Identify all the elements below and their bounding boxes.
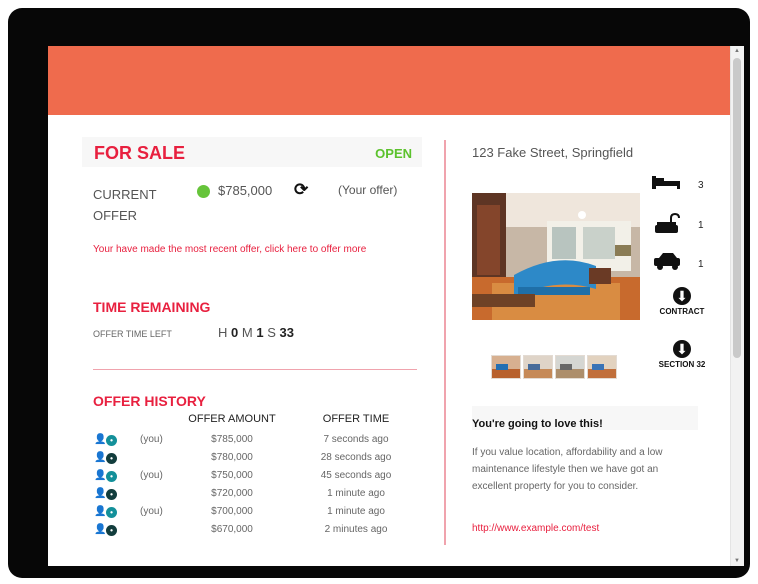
- photo-thumbnail[interactable]: [491, 355, 521, 379]
- offer-more-link[interactable]: Your have made the most recent offer, cl…: [93, 242, 393, 258]
- download-icon: ⬇: [673, 287, 691, 305]
- bidder-badge-icon: •: [106, 453, 117, 464]
- photo-thumbnail[interactable]: [555, 355, 585, 379]
- parking-count: 1: [698, 259, 704, 270]
- offer-time: 2 minutes ago: [324, 524, 388, 535]
- listing-status-bar: FOR SALE OPEN: [82, 137, 422, 167]
- user-icon: 👤: [94, 470, 107, 481]
- bidder-icon: 👤 •: [93, 433, 121, 448]
- bidder-badge-icon: •: [106, 525, 117, 536]
- current-offer-price: $785,000: [218, 183, 273, 198]
- seconds-label: S: [267, 325, 276, 340]
- download-icon: ⬇: [673, 340, 691, 358]
- offer-amount: $785,000: [211, 434, 253, 445]
- table-row: 👤 • (you) $750,000 45 seconds ago: [93, 469, 413, 487]
- user-icon: 👤: [94, 524, 107, 535]
- offer-time: 1 minute ago: [327, 488, 385, 499]
- table-row: 👤 • $780,000 28 seconds ago: [93, 451, 413, 469]
- hours-value: 0: [231, 325, 239, 340]
- time-remaining-title: TIME REMAINING: [93, 299, 211, 315]
- device-frame: ▲ ▼ FOR SALE OPEN CURRENT OFFER $785,000…: [8, 8, 750, 578]
- offer-status-dot: [197, 185, 210, 198]
- section-32-label: SECTION 32: [658, 360, 706, 369]
- offer-amount: $720,000: [211, 488, 253, 499]
- you-tag: (you): [140, 506, 163, 517]
- scrollbar-thumb[interactable]: [733, 58, 741, 358]
- bidder-badge-icon: •: [106, 507, 117, 518]
- offer-time: 28 seconds ago: [320, 452, 392, 463]
- description-heading: You're going to love this!: [472, 418, 603, 430]
- your-offer-note: (Your offer): [338, 183, 398, 197]
- bed-icon: [650, 176, 684, 196]
- table-row: 👤 • $670,000 2 minutes ago: [93, 523, 413, 541]
- table-row: 👤 • $720,000 1 minute ago: [93, 487, 413, 505]
- property-description: If you value location, affordability and…: [472, 447, 663, 492]
- hours-label: H: [218, 325, 228, 340]
- contract-download[interactable]: ⬇ CONTRACT: [650, 287, 714, 316]
- you-tag: (you): [140, 434, 163, 445]
- you-tag: (you): [140, 470, 163, 481]
- offer-amount: $780,000: [211, 452, 253, 463]
- offer-amount: $750,000: [211, 470, 253, 481]
- app-screen: ▲ ▼ FOR SALE OPEN CURRENT OFFER $785,000…: [48, 46, 744, 566]
- section-divider: [93, 369, 417, 370]
- car-icon: [650, 253, 684, 275]
- scroll-down-icon[interactable]: ▼: [734, 558, 740, 564]
- bidder-badge-icon: •: [106, 471, 117, 482]
- open-status: OPEN: [375, 146, 412, 161]
- photo-thumbnail[interactable]: [587, 355, 617, 379]
- section-32-download[interactable]: ⬇ SECTION 32: [650, 340, 714, 369]
- table-row: 👤 • (you) $785,000 7 seconds ago: [93, 433, 413, 451]
- seconds-value: 33: [279, 325, 294, 340]
- offer-amount-header: OFFER AMOUNT: [188, 413, 276, 425]
- property-photo[interactable]: [472, 193, 640, 320]
- refresh-icon[interactable]: ⟳: [294, 180, 308, 200]
- user-icon: 👤: [94, 452, 107, 463]
- listing-link[interactable]: http://www.example.com/test: [472, 523, 599, 534]
- bidder-icon: 👤 •: [93, 469, 121, 484]
- bidder-icon: 👤 •: [93, 451, 121, 466]
- header-banner: [48, 46, 731, 115]
- offer-history-title: OFFER HISTORY: [93, 393, 206, 409]
- offer-time: 7 seconds ago: [323, 434, 389, 445]
- user-icon: 👤: [94, 488, 107, 499]
- bedrooms-feature: 3: [650, 172, 710, 196]
- countdown-timer: H 0 M 1 S 33: [218, 325, 294, 340]
- photo-thumbnails: [491, 355, 619, 379]
- bath-icon: [650, 212, 684, 240]
- minutes-value: 1: [256, 325, 264, 340]
- bathroom-count: 1: [698, 220, 704, 231]
- offer-amount: $670,000: [211, 524, 253, 535]
- property-address: 123 Fake Street, Springfield: [472, 145, 634, 160]
- vertical-scrollbar[interactable]: ▲ ▼: [730, 46, 744, 566]
- offer-time-left-label: OFFER TIME LEFT: [93, 329, 172, 339]
- current-offer-label: CURRENT OFFER: [93, 187, 157, 223]
- scroll-up-icon[interactable]: ▲: [734, 48, 740, 54]
- column-divider: [444, 140, 446, 545]
- bidder-badge-icon: •: [106, 489, 117, 500]
- bedroom-count: 3: [698, 180, 704, 191]
- parking-feature: 1: [650, 251, 710, 275]
- offer-time: 1 minute ago: [327, 506, 385, 517]
- for-sale-label: FOR SALE: [94, 143, 186, 163]
- contract-label: CONTRACT: [659, 307, 705, 316]
- living-room-photo: [472, 193, 640, 320]
- bidder-icon: 👤 •: [93, 487, 121, 502]
- offer-amount: $700,000: [211, 506, 253, 517]
- bidder-icon: 👤 •: [93, 523, 121, 538]
- offer-time: 45 seconds ago: [320, 470, 392, 481]
- bidder-badge-icon: •: [106, 435, 117, 446]
- photo-thumbnail[interactable]: [523, 355, 553, 379]
- offer-time-header: OFFER TIME: [322, 413, 390, 425]
- user-icon: 👤: [94, 434, 107, 445]
- table-row: 👤 • (you) $700,000 1 minute ago: [93, 505, 413, 523]
- bathrooms-feature: 1: [650, 212, 710, 236]
- bidder-icon: 👤 •: [93, 505, 121, 520]
- user-icon: 👤: [94, 506, 107, 517]
- minutes-label: M: [241, 325, 253, 340]
